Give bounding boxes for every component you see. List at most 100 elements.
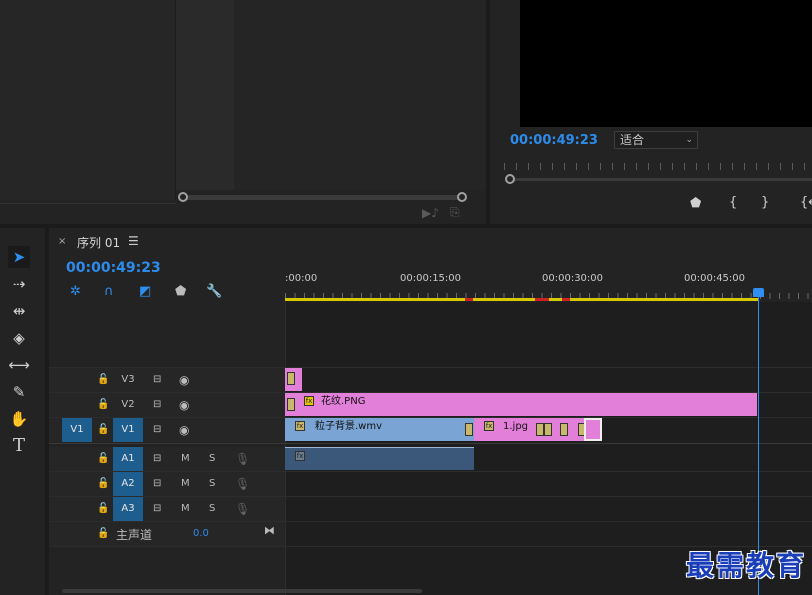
fx-badge: fx <box>484 421 494 431</box>
nest-sequence-icon[interactable]: ✲ <box>70 284 81 299</box>
ruler-label-30: 00:00:30:00 <box>542 273 604 284</box>
go-to-edit-point-icon[interactable]: ⧓ <box>264 524 275 537</box>
clip-v1-particle[interactable]: fx 粒子背景.wmv <box>285 418 474 441</box>
fx-badge: fx <box>295 451 305 461</box>
program-playhead-handle[interactable] <box>505 174 515 184</box>
pen-tool-icon[interactable]: ✎ <box>8 381 30 403</box>
hand-tool-icon[interactable]: ✋ <box>8 408 30 430</box>
source-scroll-end-handle[interactable] <box>457 192 467 202</box>
keyframe-marker <box>287 372 295 385</box>
selected-clip-edge[interactable] <box>584 418 602 441</box>
selection-tool-icon[interactable]: ➤ <box>8 246 30 268</box>
track-header-v2 <box>49 393 285 417</box>
program-time-ruler[interactable] <box>504 160 812 172</box>
track-label-v2[interactable]: V2 <box>113 393 143 417</box>
mark-in-icon[interactable]: { <box>729 195 737 210</box>
clip-v1-jpg[interactable]: fx 1.jpg <box>474 418 602 441</box>
source-patch-v1[interactable]: V1 <box>62 418 92 442</box>
source-left-pane <box>0 0 176 200</box>
solo-button[interactable]: S <box>209 453 215 464</box>
fx-badge: fx <box>304 396 314 406</box>
linked-selection-icon[interactable]: ◩ <box>139 284 151 299</box>
insert-audio-icon[interactable]: ▶♪ <box>422 206 439 220</box>
keyframe-marker <box>536 423 544 436</box>
add-marker-icon[interactable]: ⬟ <box>690 196 701 211</box>
clip-v3-small[interactable] <box>285 368 302 391</box>
close-icon[interactable]: × <box>58 236 66 247</box>
mute-button[interactable]: M <box>181 503 190 514</box>
fit-zoom-select[interactable]: 适合 ⌄ <box>614 131 698 149</box>
eye-icon[interactable]: ◉ <box>179 423 189 437</box>
track-label-v3[interactable]: V3 <box>113 368 143 392</box>
sync-lock-icon[interactable]: ⊟ <box>153 453 161 464</box>
keyframe-marker <box>544 423 552 436</box>
ruler-label-45: 00:00:45:00 <box>684 273 746 284</box>
solo-button[interactable]: S <box>209 503 215 514</box>
timeline-horizontal-scrollbar[interactable] <box>62 589 422 593</box>
clip-name: 粒子背景.wmv <box>315 421 383 432</box>
chevron-down-icon: ⌄ <box>685 135 693 145</box>
lock-icon[interactable]: 🔓 <box>97 478 109 489</box>
track-label-a3[interactable]: A3 <box>113 497 143 521</box>
clip-name: 1.jpg <box>503 421 529 432</box>
sequence-tab[interactable]: 序列 01 <box>77 234 120 251</box>
source-scrollbar[interactable] <box>182 195 464 200</box>
solo-button[interactable]: S <box>209 478 215 489</box>
add-marker-icon[interactable]: ⬟ <box>175 284 186 299</box>
source-right-pane <box>234 0 486 190</box>
mute-button[interactable]: M <box>181 453 190 464</box>
microphone-icon[interactable]: 🎙 <box>235 477 250 491</box>
master-volume-value[interactable]: 0.0 <box>193 528 209 539</box>
sync-lock-icon[interactable]: ⊟ <box>153 424 161 435</box>
timeline-timecode[interactable]: 00:00:49:23 <box>66 260 161 276</box>
ripple-edit-tool-icon[interactable]: ⇹ <box>8 300 30 322</box>
track-header-v3 <box>49 368 285 392</box>
track-label-a2[interactable]: A2 <box>113 472 143 496</box>
watermark-logo: 最需教育 <box>686 549 807 582</box>
panel-menu-icon[interactable]: ☰ <box>128 234 139 248</box>
eye-icon[interactable]: ◉ <box>179 373 189 387</box>
eye-icon[interactable]: ◉ <box>179 398 189 412</box>
lock-icon[interactable]: 🔓 <box>97 453 109 464</box>
playhead-handle[interactable] <box>753 288 764 297</box>
track-label-v1[interactable]: V1 <box>113 418 143 442</box>
source-middle-pane <box>176 0 234 190</box>
microphone-icon[interactable]: 🎙 <box>235 452 250 466</box>
type-tool-icon[interactable]: T <box>8 435 30 457</box>
lock-icon[interactable]: 🔓 <box>97 424 109 435</box>
ruler-label-15: 00:00:15:00 <box>400 273 462 284</box>
go-to-in-icon[interactable]: {← <box>800 195 812 210</box>
sync-lock-icon[interactable]: ⊟ <box>153 478 161 489</box>
lock-icon[interactable]: 🔓 <box>97 528 109 539</box>
lock-icon[interactable]: 🔓 <box>97 374 109 385</box>
razor-tool-icon[interactable]: ◈ <box>8 327 30 349</box>
sync-lock-icon[interactable]: ⊟ <box>153 503 161 514</box>
lock-icon[interactable]: 🔓 <box>97 399 109 410</box>
slip-tool-icon[interactable]: ⟷ <box>8 354 30 376</box>
timeline-settings-wrench-icon[interactable]: 🔧 <box>206 284 222 299</box>
track-select-tool-icon[interactable]: ⇢ <box>8 273 30 295</box>
keyframe-marker <box>560 423 568 436</box>
clip-name: 花纹.PNG <box>321 396 366 407</box>
keyframe-marker <box>287 398 295 411</box>
program-scrub-bar[interactable] <box>510 178 812 181</box>
sync-lock-icon[interactable]: ⊟ <box>153 399 161 410</box>
work-area-bar[interactable] <box>285 298 759 301</box>
microphone-icon[interactable]: 🎙 <box>235 502 250 516</box>
sync-lock-icon[interactable]: ⊟ <box>153 374 161 385</box>
program-timecode[interactable]: 00:00:49:23 <box>510 133 598 148</box>
mute-button[interactable]: M <box>181 478 190 489</box>
export-frame-icon[interactable]: ⎘ <box>450 205 460 220</box>
clip-v2-huawen[interactable]: fx 花纹.PNG <box>285 393 757 416</box>
keyframe-marker <box>465 423 473 436</box>
render-bar-segment <box>465 298 473 301</box>
clip-a1-audio[interactable]: fx <box>285 447 474 470</box>
track-label-a1[interactable]: A1 <box>113 447 143 471</box>
snap-magnet-icon[interactable]: ∩ <box>104 284 114 299</box>
master-track-label: 主声道 <box>116 528 153 542</box>
mark-out-icon[interactable]: } <box>761 195 769 210</box>
render-bar-segment <box>535 298 549 301</box>
video-audio-divider <box>49 443 812 444</box>
source-scroll-start-handle[interactable] <box>178 192 188 202</box>
lock-icon[interactable]: 🔓 <box>97 503 109 514</box>
